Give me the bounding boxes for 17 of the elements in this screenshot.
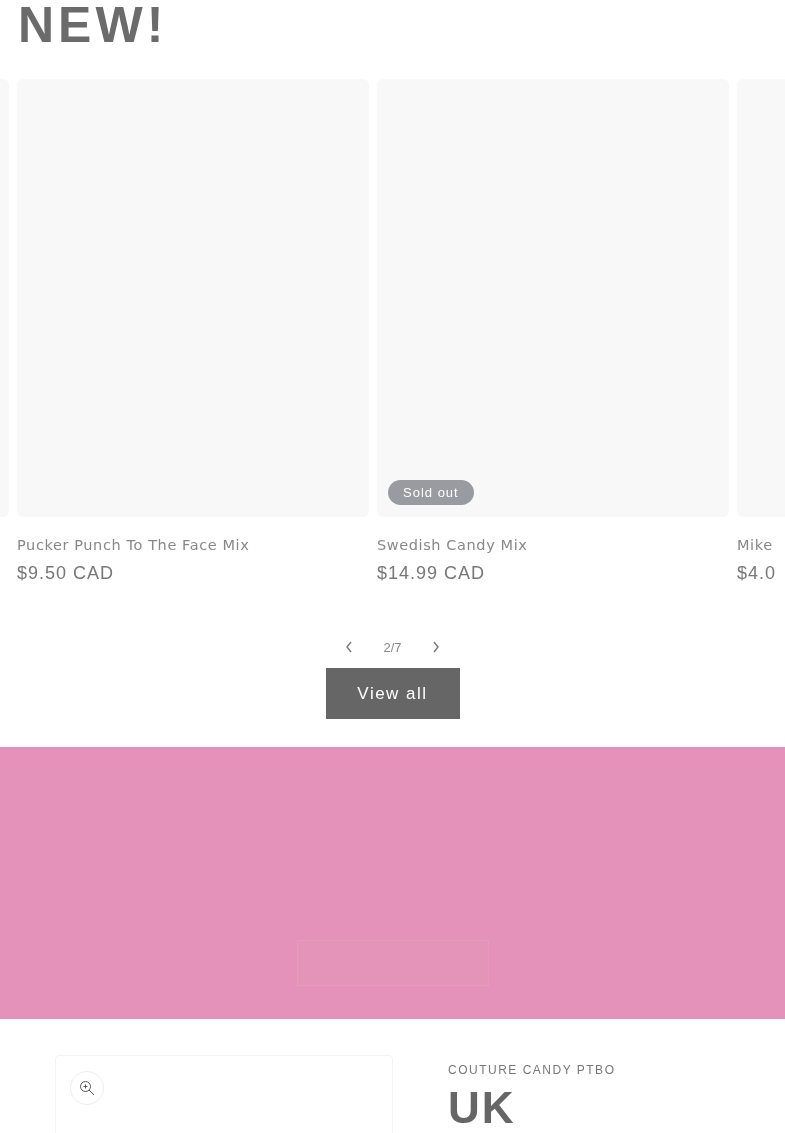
section-heading: NEW! (18, 0, 168, 50)
page-counter: 2/7 (383, 639, 402, 655)
product-price: $9.50 CAD (17, 563, 116, 584)
product-price: $14.99 CAD (377, 563, 487, 584)
product-price: $4.0 (737, 563, 778, 584)
sold-out-badge: Sold out (388, 480, 474, 505)
product-image[interactable]: Sold out (377, 79, 729, 517)
previous-icon[interactable] (345, 641, 354, 653)
vendor-label: COUTURE CANDY PTBO (448, 1063, 616, 1077)
product-title[interactable]: Swedish Candy Mix (377, 537, 729, 553)
product-title[interactable]: Mike (737, 537, 785, 553)
product-title: UK (448, 1083, 517, 1133)
view-all-button[interactable]: View all (325, 668, 460, 719)
product-title[interactable]: Pucker Punch To The Face Mix (17, 537, 369, 553)
zoom-button[interactable] (70, 1071, 104, 1105)
zoom-icon[interactable] (79, 1080, 95, 1096)
next-icon[interactable] (431, 641, 440, 653)
